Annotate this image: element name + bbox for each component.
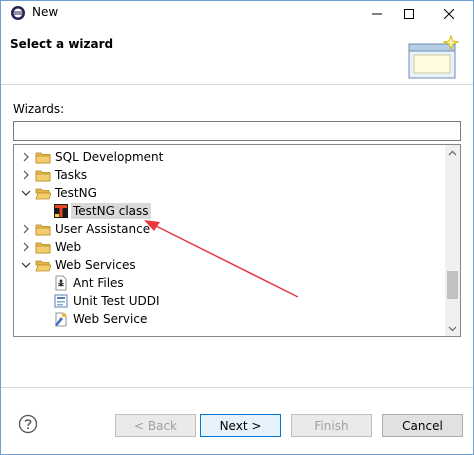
scroll-thumb[interactable] [447, 271, 458, 299]
next-button[interactable]: Next > [200, 414, 281, 437]
wizard-banner-icon [408, 34, 460, 79]
tree-item-label: Web Services [55, 258, 136, 272]
folder-icon [35, 242, 51, 254]
tree-item-user-assistance[interactable]: User Assistance [14, 220, 446, 238]
wizard-tree[interactable]: SQL Development Tasks TestNG TestNG clas… [13, 144, 461, 337]
wizard-filter-input[interactable] [13, 121, 461, 141]
tree-item-testng[interactable]: TestNG [14, 184, 446, 202]
tree-item-tasks[interactable]: Tasks [14, 166, 446, 184]
tree-scrollbar[interactable] [445, 145, 460, 336]
chevron-right-icon[interactable] [21, 242, 31, 252]
wizard-banner: Select a wizard [1, 26, 473, 85]
tree-item-web[interactable]: Web [14, 238, 446, 256]
title-bar[interactable]: New [1, 1, 473, 26]
tree-item-unit-test-uddi[interactable]: Unit Test UDDI [14, 292, 446, 310]
scroll-down-button[interactable] [445, 321, 460, 336]
eclipse-app-icon [11, 6, 25, 20]
footer-separator [1, 387, 473, 388]
maximize-icon [404, 8, 414, 19]
folder-icon [35, 152, 51, 164]
open-folder-icon [35, 188, 51, 200]
testng-icon [54, 204, 68, 218]
close-icon [444, 8, 454, 19]
folder-icon [35, 170, 51, 182]
scroll-up-button[interactable] [445, 145, 460, 160]
chevron-right-icon[interactable] [21, 224, 31, 234]
cancel-button[interactable]: Cancel [382, 414, 463, 437]
tree-item-label: Unit Test UDDI [73, 294, 160, 308]
banner-title: Select a wizard [10, 37, 114, 51]
tree-item-sql-development[interactable]: SQL Development [14, 148, 446, 166]
ant-file-icon [55, 275, 67, 291]
minimize-icon [372, 13, 382, 14]
chevron-down-icon[interactable] [21, 188, 31, 198]
chevron-down-icon[interactable] [21, 260, 31, 270]
new-wizard-dialog: New Select a wizard Wizards: SQL Develop… [0, 0, 474, 455]
minimize-button[interactable] [361, 1, 393, 26]
window-title: New [32, 5, 59, 19]
tree-item-label: User Assistance [55, 222, 151, 236]
web-service-icon [55, 312, 67, 327]
finish-button[interactable]: Finish [291, 414, 372, 437]
tree-item-ant-files[interactable]: Ant Files [14, 274, 446, 292]
tree-item-testng-class[interactable]: TestNG class [14, 202, 446, 220]
help-icon[interactable] [18, 414, 38, 434]
close-button[interactable] [425, 1, 473, 26]
tree-item-label: SQL Development [55, 150, 164, 164]
tree-item-label: TestNG class [71, 203, 151, 219]
tree-item-label: Web [55, 240, 82, 254]
chevron-down-icon [448, 326, 457, 331]
open-folder-icon [35, 260, 51, 272]
maximize-button[interactable] [393, 1, 425, 26]
tree-item-label: Ant Files [73, 276, 124, 290]
wizards-label: Wizards: [13, 102, 65, 116]
tree-item-label: Web Service [73, 312, 148, 326]
chevron-right-icon[interactable] [21, 152, 31, 162]
tree-item-web-services[interactable]: Web Services [14, 256, 446, 274]
folder-icon [35, 224, 51, 236]
tree-item-web-service[interactable]: Web Service [14, 310, 446, 328]
uddi-icon [54, 294, 68, 308]
back-button[interactable]: < Back [115, 414, 196, 437]
tree-item-label: Tasks [55, 168, 88, 182]
chevron-right-icon[interactable] [21, 170, 31, 180]
tree-item-label: TestNG [55, 186, 97, 200]
chevron-up-icon [448, 150, 457, 155]
